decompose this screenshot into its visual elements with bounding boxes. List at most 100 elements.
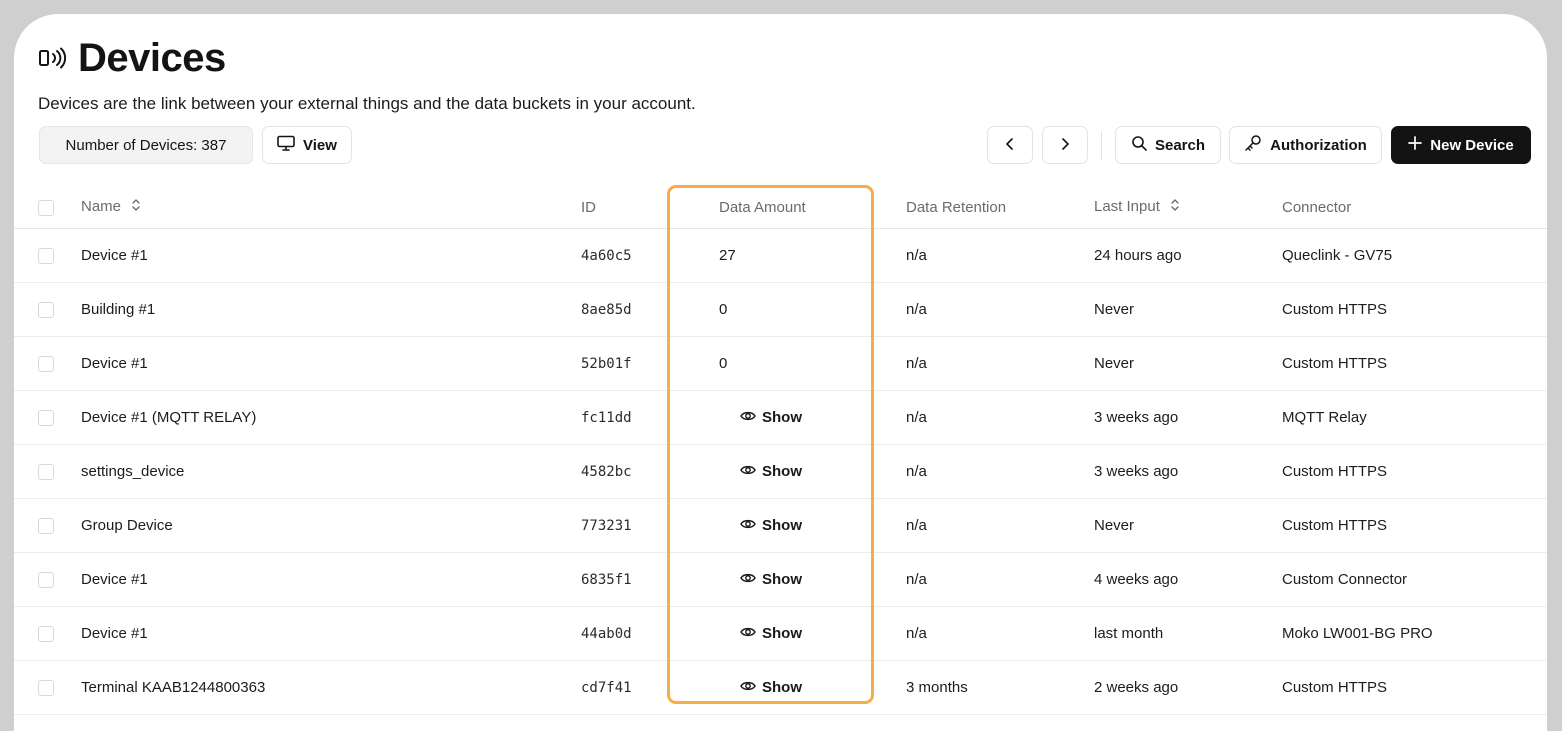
row-checkbox[interactable]	[38, 680, 54, 697]
data-amount-value: 0	[719, 355, 728, 372]
connector: Custom HTTPS	[1282, 498, 1547, 553]
column-label-data-retention: Data Retention	[906, 198, 1007, 216]
device-id: 4582bc	[581, 444, 718, 499]
data-amount-cell: Show	[718, 498, 906, 553]
last-input: 2 weeks ago	[1094, 660, 1282, 715]
search-button[interactable]: Search	[1115, 126, 1221, 164]
device-name[interactable]: Device #1	[81, 228, 581, 283]
data-amount-cell: Show	[718, 390, 906, 445]
column-header-last-input[interactable]: Last Input	[1094, 186, 1282, 229]
device-id: 773231	[581, 498, 718, 553]
data-amount-cell: Show	[718, 552, 906, 607]
select-all-checkbox[interactable]	[38, 199, 54, 216]
data-retention: n/a	[906, 282, 1094, 337]
data-retention: n/a	[906, 336, 1094, 391]
table-row[interactable]: Device #1 (MQTT RELAY) fc11dd Show n/a 3 wee…	[14, 390, 1547, 445]
device-name[interactable]: settings_device	[81, 444, 581, 499]
last-input: 3 weeks ago	[1094, 444, 1282, 499]
data-amount-value: 27	[719, 247, 736, 264]
row-checkbox[interactable]	[38, 518, 54, 535]
page-subtitle: Devices are the link between your extern…	[38, 94, 696, 113]
show-data-amount-button[interactable]: Show	[740, 409, 802, 426]
show-data-amount-button[interactable]: Show	[740, 571, 802, 588]
title-row: Devices	[38, 36, 696, 80]
table-row[interactable]: Device #1 4a60c5 27 n/a 24 hours ago Queclink…	[14, 228, 1547, 283]
device-name[interactable]: Device #1 (MQTT RELAY)	[81, 390, 581, 445]
connector: Queclink - GV75	[1282, 228, 1547, 283]
row-select-cell	[14, 606, 81, 661]
view-label: View	[303, 136, 337, 154]
column-header-name[interactable]: Name	[81, 186, 581, 229]
eye-icon	[740, 679, 756, 696]
show-data-amount-button[interactable]: Show	[740, 679, 802, 696]
last-input: last month	[1094, 606, 1282, 661]
last-input: 4 weeks ago	[1094, 552, 1282, 607]
row-checkbox[interactable]	[38, 356, 54, 373]
view-button[interactable]: View	[262, 126, 352, 164]
previous-page-button[interactable]	[987, 126, 1033, 164]
connector: Custom HTTPS	[1282, 282, 1547, 337]
column-header-data-retention: Data Retention	[906, 186, 1094, 229]
data-retention: n/a	[906, 552, 1094, 607]
authorization-button[interactable]: Authorization	[1229, 126, 1382, 164]
data-amount-cell: Show	[718, 606, 906, 661]
connector: MQTT Relay	[1282, 390, 1547, 445]
device-signal-icon	[38, 43, 68, 73]
eye-icon	[740, 409, 756, 426]
show-label: Show	[762, 571, 802, 588]
select-all-cell	[14, 186, 81, 229]
show-label: Show	[762, 517, 802, 534]
row-checkbox[interactable]	[38, 464, 54, 481]
table-row[interactable]: Group Device 773231 Show n/a Never Custom HTT…	[14, 498, 1547, 553]
row-select-cell	[14, 228, 81, 283]
device-count-label: Number of Devices: 387	[65, 136, 227, 154]
data-retention: n/a	[906, 444, 1094, 499]
column-label-name: Name	[81, 197, 122, 215]
row-checkbox[interactable]	[38, 626, 54, 643]
table-row[interactable]: Device #1 6835f1 Show n/a 4 weeks ago Custom …	[14, 552, 1547, 607]
show-data-amount-button[interactable]: Show	[740, 463, 802, 480]
device-id: 8ae85d	[581, 282, 718, 337]
row-checkbox[interactable]	[38, 572, 54, 589]
sort-icon	[131, 198, 141, 216]
show-label: Show	[762, 409, 802, 426]
table-row[interactable]: settings_device 4582bc Show n/a 3 weeks ago C…	[14, 444, 1547, 499]
show-data-amount-button[interactable]: Show	[740, 517, 802, 534]
device-name[interactable]: Building #1	[81, 282, 581, 337]
row-checkbox[interactable]	[38, 410, 54, 427]
device-name[interactable]: Device #1	[81, 336, 581, 391]
table-row[interactable]: Device #1 52b01f 0 n/a Never Custom HTTPS	[14, 336, 1547, 391]
device-name[interactable]: Device #1	[81, 606, 581, 661]
device-name[interactable]: Device #1	[81, 552, 581, 607]
key-icon	[1244, 134, 1262, 156]
last-input: Never	[1094, 282, 1282, 337]
table-row[interactable]: Building #1 8ae85d 0 n/a Never Custom HTTPS	[14, 282, 1547, 337]
device-name[interactable]: Group Device	[81, 498, 581, 553]
row-select-cell	[14, 282, 81, 337]
search-label: Search	[1154, 136, 1206, 154]
toolbar: Number of Devices: 387 View Search Autho…	[39, 126, 1531, 166]
table-header-row: Name ID Data Amount Data Retention Last …	[14, 186, 1547, 229]
next-page-button[interactable]	[1042, 126, 1088, 164]
eye-icon	[740, 517, 756, 534]
row-select-cell	[14, 660, 81, 715]
row-select-cell	[14, 336, 81, 391]
column-header-id: ID	[581, 186, 718, 229]
devices-table: Name ID Data Amount Data Retention Last …	[14, 186, 1547, 715]
connector: Custom HTTPS	[1282, 444, 1547, 499]
app-frame: Devices Devices are the link between you…	[14, 14, 1547, 731]
row-checkbox[interactable]	[38, 302, 54, 319]
column-label-id: ID	[581, 198, 596, 216]
device-id: 52b01f	[581, 336, 718, 391]
device-name[interactable]: Terminal KAAB1244800363	[81, 660, 581, 715]
row-checkbox[interactable]	[38, 248, 54, 265]
show-data-amount-button[interactable]: Show	[740, 625, 802, 642]
row-select-cell	[14, 444, 81, 499]
show-label: Show	[762, 625, 802, 642]
new-device-button[interactable]: New Device	[1391, 126, 1531, 164]
column-label-data-amount: Data Amount	[719, 198, 806, 216]
last-input: Never	[1094, 498, 1282, 553]
table-row[interactable]: Terminal KAAB1244800363 cd7f41 Show 3 month…	[14, 660, 1547, 715]
device-id: 44ab0d	[581, 606, 718, 661]
table-row[interactable]: Device #1 44ab0d Show n/a last month Moko LW0…	[14, 606, 1547, 661]
